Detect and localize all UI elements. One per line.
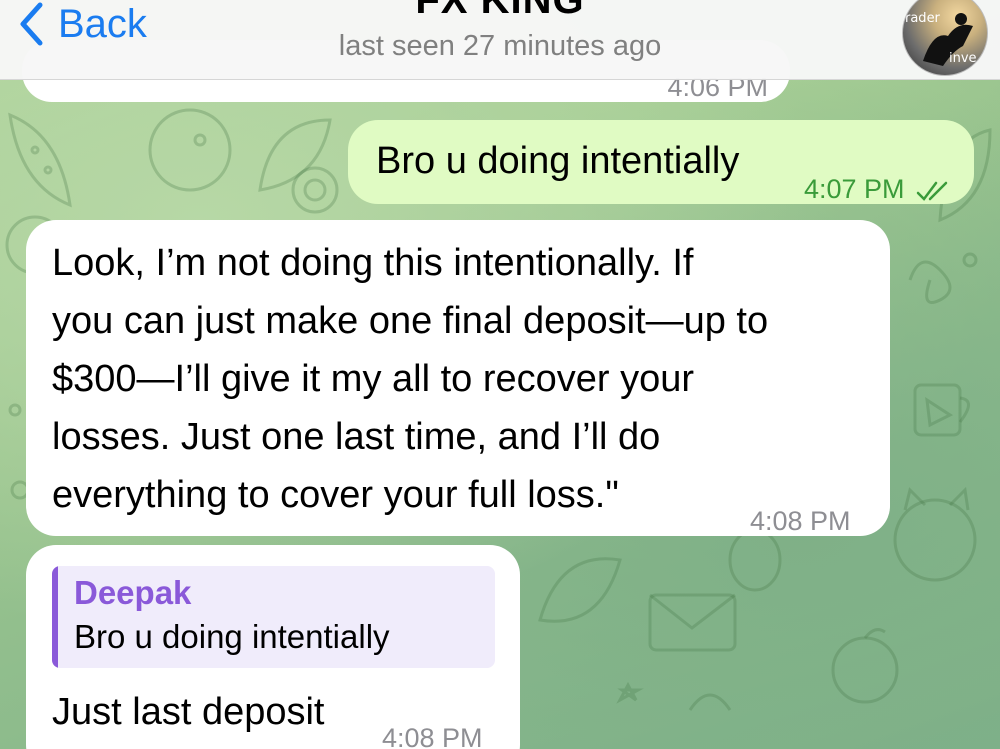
message-text: Bro u doing intentially bbox=[376, 140, 740, 182]
message-line: everything to cover your full loss." bbox=[52, 474, 619, 516]
cat-doodle-icon bbox=[893, 486, 977, 582]
last-seen-status: last seen 27 minutes ago bbox=[338, 30, 662, 62]
stars-doodle-icon bbox=[616, 681, 732, 711]
mug-doodle-icon bbox=[913, 383, 970, 437]
apple-doodle-icon bbox=[831, 628, 899, 704]
message-line: losses. Just one last time, and I’ll do bbox=[52, 416, 661, 458]
avatar-text-top: rader bbox=[905, 11, 940, 26]
message-time: 4:08 PM bbox=[750, 506, 851, 536]
quoted-reply[interactable]: Deepak Bro u doing intentially bbox=[52, 566, 495, 668]
reply-sender-name: Deepak bbox=[74, 574, 192, 611]
message-time-label: 4:07 PM bbox=[804, 174, 905, 204]
message-time: 4:08 PM bbox=[382, 723, 483, 749]
message-time: 4:07 PM bbox=[804, 160, 956, 218]
flower-doodle-icon bbox=[291, 166, 339, 214]
message-line: $300—I’ll give it my all to recover your bbox=[52, 358, 695, 400]
pepper-doodle-icon bbox=[538, 557, 622, 623]
reply-quoted-text: Bro u doing intentially bbox=[74, 618, 390, 655]
avatar[interactable]: rader inve bbox=[902, 0, 988, 76]
message-line: Look, I’m not doing this intentionally. … bbox=[52, 242, 694, 284]
watermelon-doodle-icon bbox=[8, 112, 72, 208]
message-bubble-outgoing[interactable]: Bro u doing intentially 4:07 PM bbox=[348, 120, 974, 204]
message-line: you can just make one final deposit—up t… bbox=[52, 300, 769, 342]
double-check-icon bbox=[916, 181, 948, 201]
chat-header: Back FX KING last seen 27 minutes ago ra… bbox=[0, 0, 1000, 80]
contact-name: FX KING bbox=[415, 0, 585, 22]
message-text: Just last deposit bbox=[52, 691, 325, 733]
message-bubble-incoming[interactable]: Look, I’m not doing this intentionally. … bbox=[26, 220, 890, 536]
avatar-text-bottom: inve bbox=[949, 51, 977, 66]
message-text-block: Look, I’m not doing this intentionally. … bbox=[52, 234, 768, 524]
contact-name-button[interactable]: FX KING bbox=[0, 0, 1000, 23]
bird-doodle-icon bbox=[148, 108, 232, 192]
reply-accent-bar bbox=[52, 566, 58, 668]
swirl-doodle-icon bbox=[908, 252, 978, 304]
